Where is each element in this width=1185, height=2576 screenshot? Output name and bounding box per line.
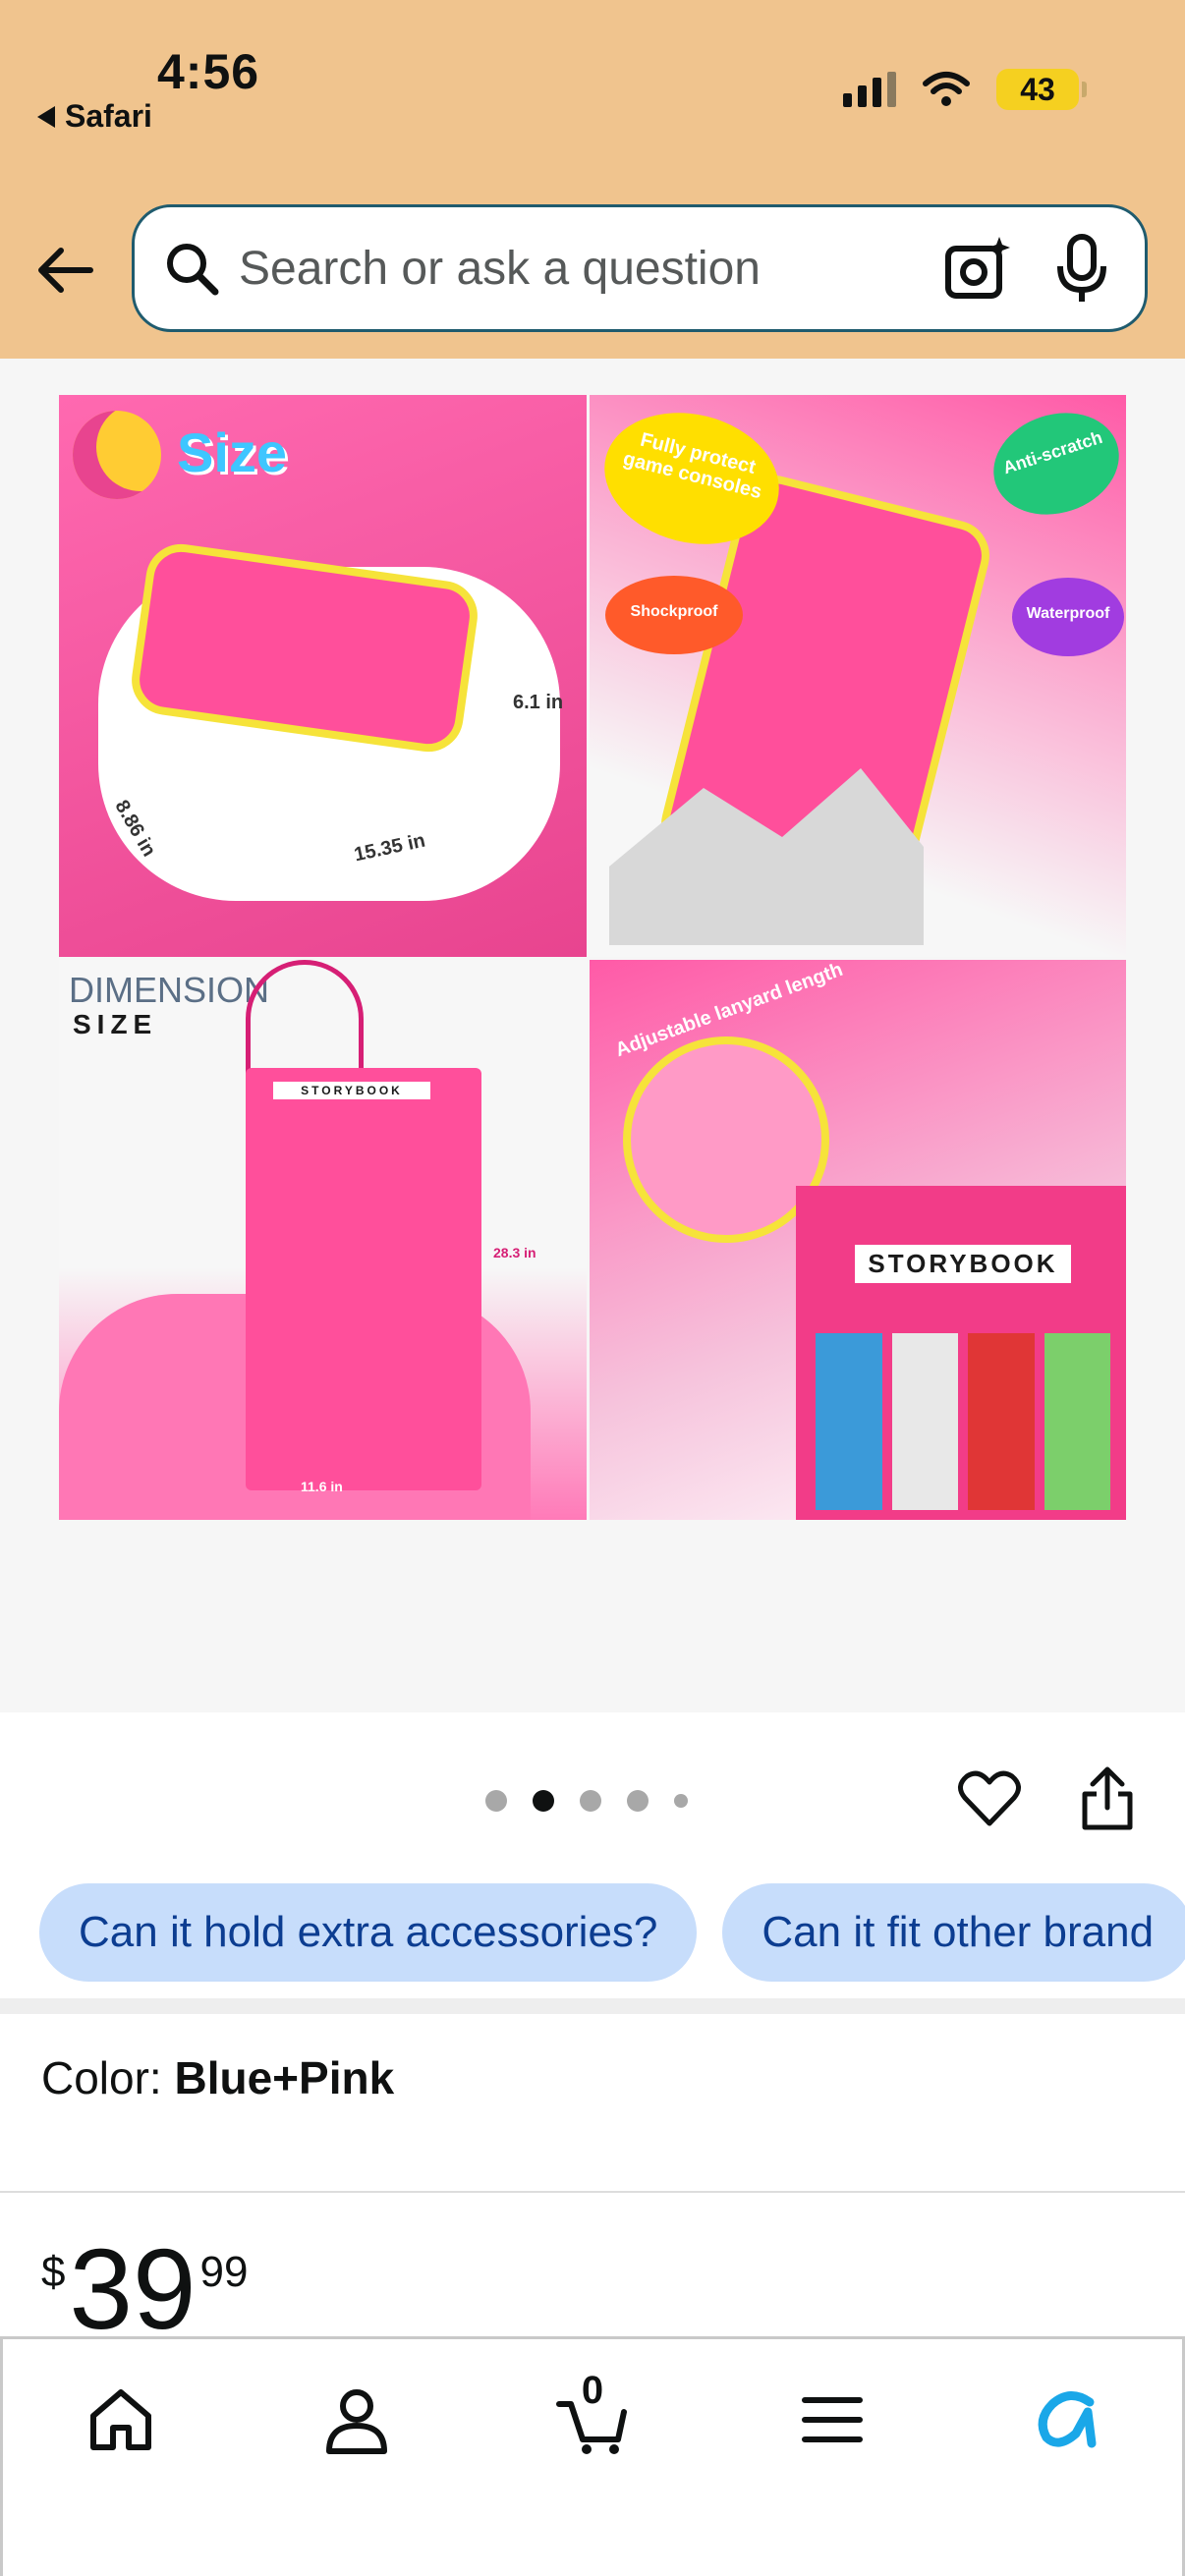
organizer-label: STORYBOOK [855,1245,1071,1283]
back-triangle-icon [37,105,55,128]
pagination-dot[interactable] [485,1790,507,1812]
back-arrow-icon[interactable] [35,241,94,300]
organizer-label: STORYBOOK [273,1082,430,1099]
pagination-dot-active[interactable] [533,1790,554,1812]
back-to-safari[interactable]: Safari [37,98,152,135]
price-whole: 39 [69,2225,197,2353]
suggested-questions: Can it hold extra accessories? Can it fi… [39,1883,1185,1982]
product-image-gallery[interactable]: Size 6.1 in 8.86 in 15.35 in Fully prote… [0,359,1185,1712]
gallery-image-protection: Fully protect game consoles Anti-scratch… [590,395,1126,957]
price-currency: $ [41,2248,66,2296]
gallery-image-size: Size 6.1 in 8.86 in 15.35 in [59,395,587,957]
price-cents: 99 [199,2248,249,2296]
hanging-strap [246,960,364,1078]
section-divider [0,2191,1185,2193]
wishlist-heart-icon[interactable] [957,1766,1022,1831]
camera-search-icon[interactable] [942,233,1013,304]
bottom-tab-bar: 0 [0,2336,1185,2576]
color-selection: Color: Blue+Pink [41,2051,394,2104]
menu-icon [802,2397,863,2442]
section-divider [0,1998,1185,2014]
status-time: 4:56 [157,44,260,99]
rufus-assistant-icon [1038,2391,1097,2448]
dim-width: 11.6 in [301,1479,343,1494]
share-icon[interactable] [1077,1764,1138,1831]
gallery-image-lanyard: Adjustable lanyard length STORYBOOK [590,960,1126,1520]
battery-indicator: 43 [996,69,1087,110]
hanging-organizer-illustration [246,1068,481,1490]
status-indicators: 43 [843,69,1087,110]
gallery-pagination-dots[interactable] [485,1790,688,1812]
wifi-icon [923,72,970,106]
cellular-signal-icon [843,72,896,107]
question-chip[interactable]: Can it fit other brand [722,1883,1185,1982]
color-value: Blue+Pink [174,2052,395,2103]
tab-cart[interactable]: 0 [543,2369,642,2469]
tab-menu[interactable] [783,2371,881,2469]
book-pockets [816,1333,1110,1510]
question-chip[interactable]: Can it hold extra accessories? [39,1883,698,1982]
pagination-dot[interactable] [580,1790,601,1812]
badge-waterproof: Waterproof [1012,578,1124,656]
pagination-dot[interactable] [674,1794,688,1808]
tab-account[interactable] [308,2371,406,2469]
tab-rufus-assistant[interactable] [1019,2371,1117,2469]
user-icon [326,2389,387,2454]
header: 4:56 Safari 43 Search or ask a question [0,0,1185,359]
gallery-image-dimension: DIMENSION SIZE STORYBOOK 28.3 in 11.6 in [59,960,587,1520]
microphone-icon[interactable] [1052,233,1111,304]
color-label: Color: [41,2052,162,2103]
search-placeholder: Search or ask a question [239,242,761,295]
dim-height: 6.1 in [513,692,564,713]
search-icon [167,244,219,296]
tile-subtitle: SIZE [73,1009,158,1039]
back-app-label: Safari [65,98,152,134]
tile-title: DIMENSION [69,970,270,1010]
dim-height: 28.3 in [493,1245,536,1260]
pagination-dot[interactable] [627,1790,649,1812]
cart-count: 0 [581,2369,604,2412]
price: $ 39 99 [41,2232,248,2346]
badge-shockproof: Shockproof [605,576,743,654]
badge-anti-scratch: Anti-scratch [980,397,1126,531]
tab-home[interactable] [72,2371,170,2469]
search-input[interactable]: Search or ask a question [132,204,1148,332]
home-icon [90,2389,151,2450]
tile-title: Size [177,421,288,483]
moon-decoration [73,411,161,499]
